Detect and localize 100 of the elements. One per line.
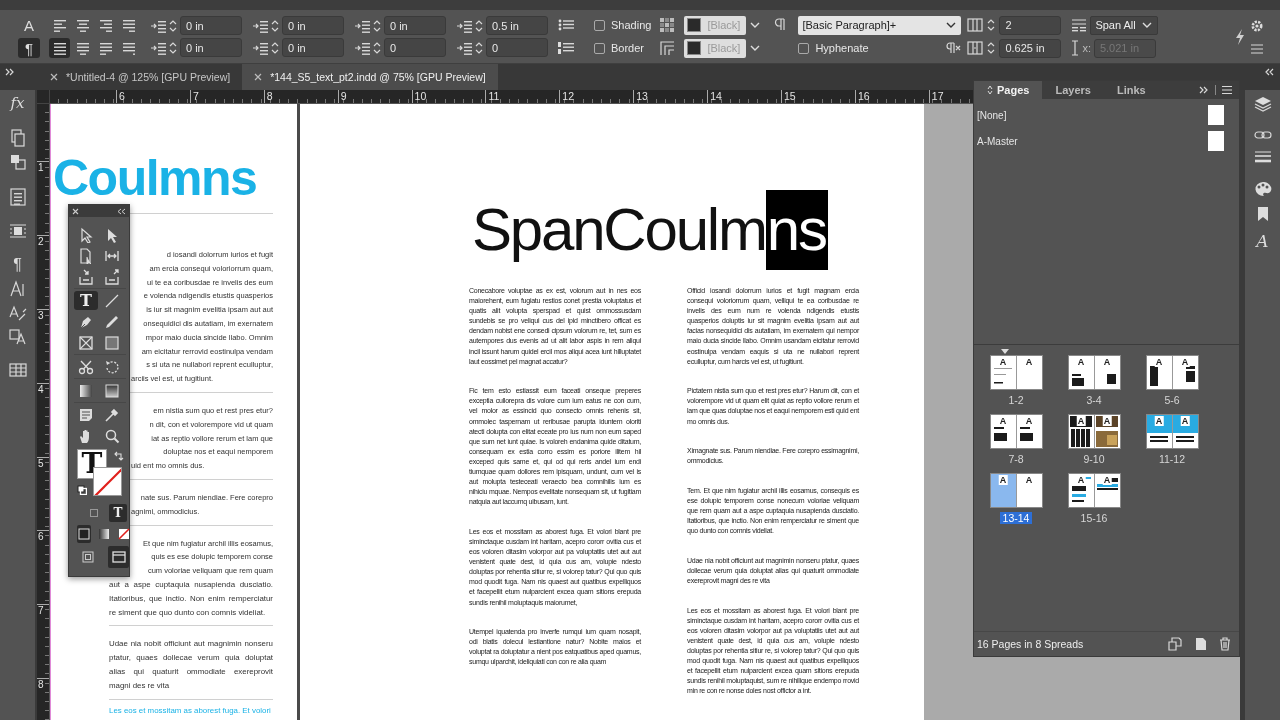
panel-tab[interactable]: Pages: [974, 81, 1043, 99]
master-item[interactable]: [None]: [974, 105, 1239, 125]
stroke-lines-icon[interactable]: [1253, 150, 1272, 164]
spread-label[interactable]: 15-16: [1077, 512, 1111, 524]
eyedropper-icon[interactable]: [104, 406, 120, 423]
spread-label[interactable]: 7-8: [1005, 453, 1027, 465]
page-thumbnail[interactable]: A: [1016, 415, 1042, 448]
trash-icon[interactable]: [1219, 637, 1231, 651]
swap-arrows-icon[interactable]: [113, 451, 124, 462]
page-thumbnail[interactable]: A: [1146, 356, 1172, 389]
checkbox[interactable]: Shading: [594, 19, 652, 31]
settings-icon[interactable]: [1250, 18, 1264, 33]
palette-icon[interactable]: [1253, 181, 1272, 197]
text-formatting-button[interactable]: T: [109, 504, 127, 522]
number-field[interactable]: 0: [486, 38, 548, 57]
document-tab[interactable]: *144_S5_text_pt2.indd @ 75% [GPU Preview]: [242, 64, 498, 90]
page-thumbnail[interactable]: A: [1068, 415, 1094, 448]
number-field[interactable]: 0.5 in: [486, 16, 548, 35]
columns-field[interactable]: 2: [999, 15, 1062, 35]
spread-label[interactable]: 3-4: [1083, 394, 1105, 406]
zoom-icon[interactable]: [104, 427, 120, 444]
note-icon[interactable]: [78, 406, 94, 423]
effects-panel-button[interactable]: fx: [10, 94, 25, 112]
page-thumbnail[interactable]: A: [990, 356, 1016, 389]
paragraph-mode-button[interactable]: ¶: [18, 38, 40, 58]
spread-label[interactable]: 9-10: [1080, 453, 1108, 465]
page-thumbnail[interactable]: A: [1172, 415, 1198, 448]
checkbox[interactable]: Border: [594, 42, 645, 54]
number-field[interactable]: 0 in: [180, 16, 242, 35]
layers-icon[interactable]: [1253, 96, 1272, 112]
close-icon[interactable]: [72, 207, 79, 215]
close-icon[interactable]: [50, 73, 58, 81]
stacked-squares-icon[interactable]: [9, 154, 26, 170]
glyphs-button[interactable]: A: [1256, 231, 1269, 251]
number-field[interactable]: 0 in: [282, 16, 344, 35]
text-frame-icon[interactable]: [9, 188, 26, 206]
page-thumbnail[interactable]: A: [1094, 474, 1120, 507]
gradient-square-icon[interactable]: [104, 382, 120, 399]
menu-icon[interactable]: [1221, 85, 1233, 95]
scissors-icon[interactable]: [78, 358, 94, 375]
page-thumbnail[interactable]: A: [1068, 356, 1094, 389]
rectangle-icon[interactable]: [104, 334, 120, 351]
pencil-icon[interactable]: [104, 313, 120, 330]
number-field[interactable]: 0 in: [282, 38, 344, 57]
spread-label[interactable]: 13-14: [999, 512, 1033, 524]
tray-arrow-icon[interactable]: [104, 268, 120, 285]
paragraph-styles-button[interactable]: ¶: [13, 256, 22, 274]
page-thumbnail[interactable]: A: [1094, 415, 1120, 448]
page-thumbnail[interactable]: A: [1016, 356, 1042, 389]
character-styles-icon[interactable]: [8, 280, 27, 298]
page-thumbnail[interactable]: A: [1172, 356, 1198, 389]
checkbox[interactable]: Hyphenate: [798, 42, 869, 54]
spread-label[interactable]: 11-12: [1155, 453, 1189, 465]
link-icon[interactable]: [1253, 129, 1272, 141]
rotate-arrow-icon[interactable]: [104, 358, 120, 375]
numbered-list-icon[interactable]: [558, 41, 574, 55]
close-icon[interactable]: [254, 73, 263, 81]
paragraph-style-dropdown[interactable]: [Basic Paragraph]+: [798, 15, 962, 35]
page-thumbnail[interactable]: A: [990, 415, 1016, 448]
page-thumbnail[interactable]: A: [1094, 356, 1120, 389]
line-icon[interactable]: [104, 292, 120, 309]
panel-tab[interactable]: Layers: [1042, 81, 1104, 99]
collapse-icon[interactable]: [1264, 67, 1276, 77]
page-thumbnail[interactable]: A: [990, 474, 1016, 507]
object-styles-icon[interactable]: [8, 328, 27, 346]
page-thumbnail[interactable]: A: [1016, 474, 1042, 507]
number-field[interactable]: 0: [384, 38, 446, 57]
number-field[interactable]: 0 in: [384, 16, 446, 35]
page-thumbnail[interactable]: A: [1068, 474, 1094, 507]
collapse-icon[interactable]: [117, 207, 126, 215]
character-mode-button[interactable]: A: [18, 15, 40, 35]
page-thumbnail[interactable]: A: [1146, 415, 1172, 448]
text-wrap-icon[interactable]: [8, 223, 27, 239]
span-dropdown[interactable]: Span All: [1090, 15, 1159, 35]
ruler-number: 14: [707, 90, 781, 103]
ruler-number: 16: [854, 90, 929, 103]
panel-tab[interactable]: Links: [1103, 81, 1159, 99]
arrow-pointer-icon[interactable]: [78, 226, 94, 243]
crossed-frame-icon[interactable]: [78, 334, 94, 351]
table-icon[interactable]: [8, 363, 27, 377]
clear-overrides-icon[interactable]: [945, 41, 962, 55]
default-colors-icon[interactable]: [77, 485, 87, 495]
gutter-field[interactable]: 0.625 in: [999, 38, 1062, 58]
gradient-square-icon[interactable]: [78, 382, 94, 399]
pages-icon[interactable]: [9, 129, 26, 147]
page-arrow-icon[interactable]: [78, 247, 94, 264]
styles-wand-icon[interactable]: [8, 304, 27, 322]
master-item[interactable]: A-Master: [974, 131, 1239, 151]
expand-icon[interactable]: [4, 67, 16, 77]
new-page-icon[interactable]: [1195, 637, 1207, 651]
number-field[interactable]: 0 in: [180, 38, 242, 57]
expand-icon[interactable]: [1198, 85, 1210, 95]
tray-arrow-icon[interactable]: [78, 268, 94, 285]
spread-label[interactable]: 5-6: [1161, 394, 1183, 406]
spread-label[interactable]: 1-2: [1005, 394, 1027, 406]
edit-page-size-icon[interactable]: [1167, 637, 1183, 651]
bookmark-icon[interactable]: [1256, 206, 1269, 222]
document-tab[interactable]: *Untitled-4 @ 125% [GPU Preview]: [38, 64, 243, 90]
type-tool[interactable]: T: [74, 291, 98, 310]
bullet-list-icon[interactable]: [558, 18, 574, 32]
